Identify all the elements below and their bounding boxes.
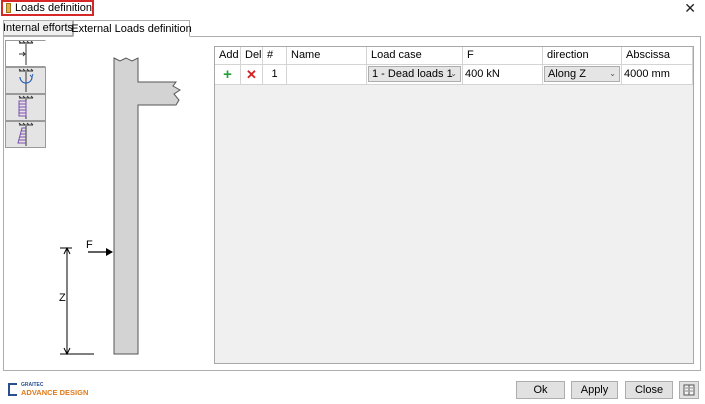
uniform-load-button[interactable] (5, 94, 46, 121)
column-diagram (60, 57, 181, 356)
load-case-cell: 1 - Dead loads 1 ⌄ (367, 65, 463, 85)
ok-button[interactable]: Ok (516, 381, 565, 399)
force-label: F (86, 239, 93, 251)
moment-load-icon (18, 68, 34, 92)
chevron-down-icon: ⌄ (450, 69, 457, 78)
window-title: Loads definition (14, 2, 92, 14)
direction-cell: Along Z ⌄ (543, 65, 622, 85)
load-case-value: 1 - Dead loads 1 (372, 68, 453, 80)
app-icon (6, 3, 11, 13)
graitec-logo: GRAITEC ADVANCE DESIGN (8, 382, 88, 396)
tab-internal-efforts[interactable]: Internal efforts (3, 20, 73, 36)
trapezoidal-load-button[interactable] (5, 121, 46, 148)
apply-button[interactable]: Apply (571, 381, 618, 399)
column-header-del: Del (241, 47, 263, 65)
close-window-icon[interactable]: ✕ (684, 1, 696, 15)
force-arrow-head (106, 248, 113, 256)
title-bar (0, 0, 705, 19)
plus-icon: + (223, 66, 232, 83)
logo-bottom-text: ADVANCE DESIGN (21, 388, 89, 397)
book-icon (683, 384, 695, 396)
force-value-cell[interactable]: 400 kN (463, 65, 543, 85)
column-header-name: Name (287, 47, 367, 65)
column-header-index: # (263, 47, 287, 65)
row-index: 1 (263, 65, 287, 85)
column-header-add: Add (215, 47, 241, 65)
add-row-button[interactable]: + (215, 65, 241, 85)
close-button[interactable]: Close (625, 381, 673, 399)
direction-select[interactable]: Along Z ⌄ (544, 66, 620, 82)
load-case-select[interactable]: 1 - Dead loads 1 ⌄ (368, 66, 461, 82)
point-load-button[interactable] (5, 40, 46, 67)
column-header-f: F (463, 47, 543, 65)
uniform-load-icon (18, 95, 34, 119)
column-header-load-case: Load case (367, 47, 463, 65)
moment-load-button[interactable] (5, 67, 46, 94)
point-load-icon (18, 40, 34, 65)
tab-external-loads[interactable]: External Loads definition (71, 20, 192, 37)
column-shape (113, 57, 181, 355)
window-title-box: Loads definition (1, 0, 94, 16)
loads-table: Add Del # Name Load case F direction Abs… (214, 46, 694, 364)
direction-value: Along Z (548, 68, 586, 80)
trapezoidal-load-icon (17, 122, 34, 146)
distance-label: Z (59, 292, 66, 304)
delete-row-button[interactable]: ✕ (241, 65, 263, 85)
name-cell[interactable] (287, 65, 367, 85)
help-button[interactable] (679, 381, 699, 399)
abscissa-cell[interactable]: 4000 mm (622, 65, 693, 85)
column-header-direction: direction (543, 47, 622, 65)
column-header-abscissa: Abscissa (622, 47, 693, 65)
chevron-down-icon: ⌄ (609, 69, 616, 78)
delete-icon: ✕ (246, 67, 257, 82)
logo-mark (8, 382, 17, 396)
